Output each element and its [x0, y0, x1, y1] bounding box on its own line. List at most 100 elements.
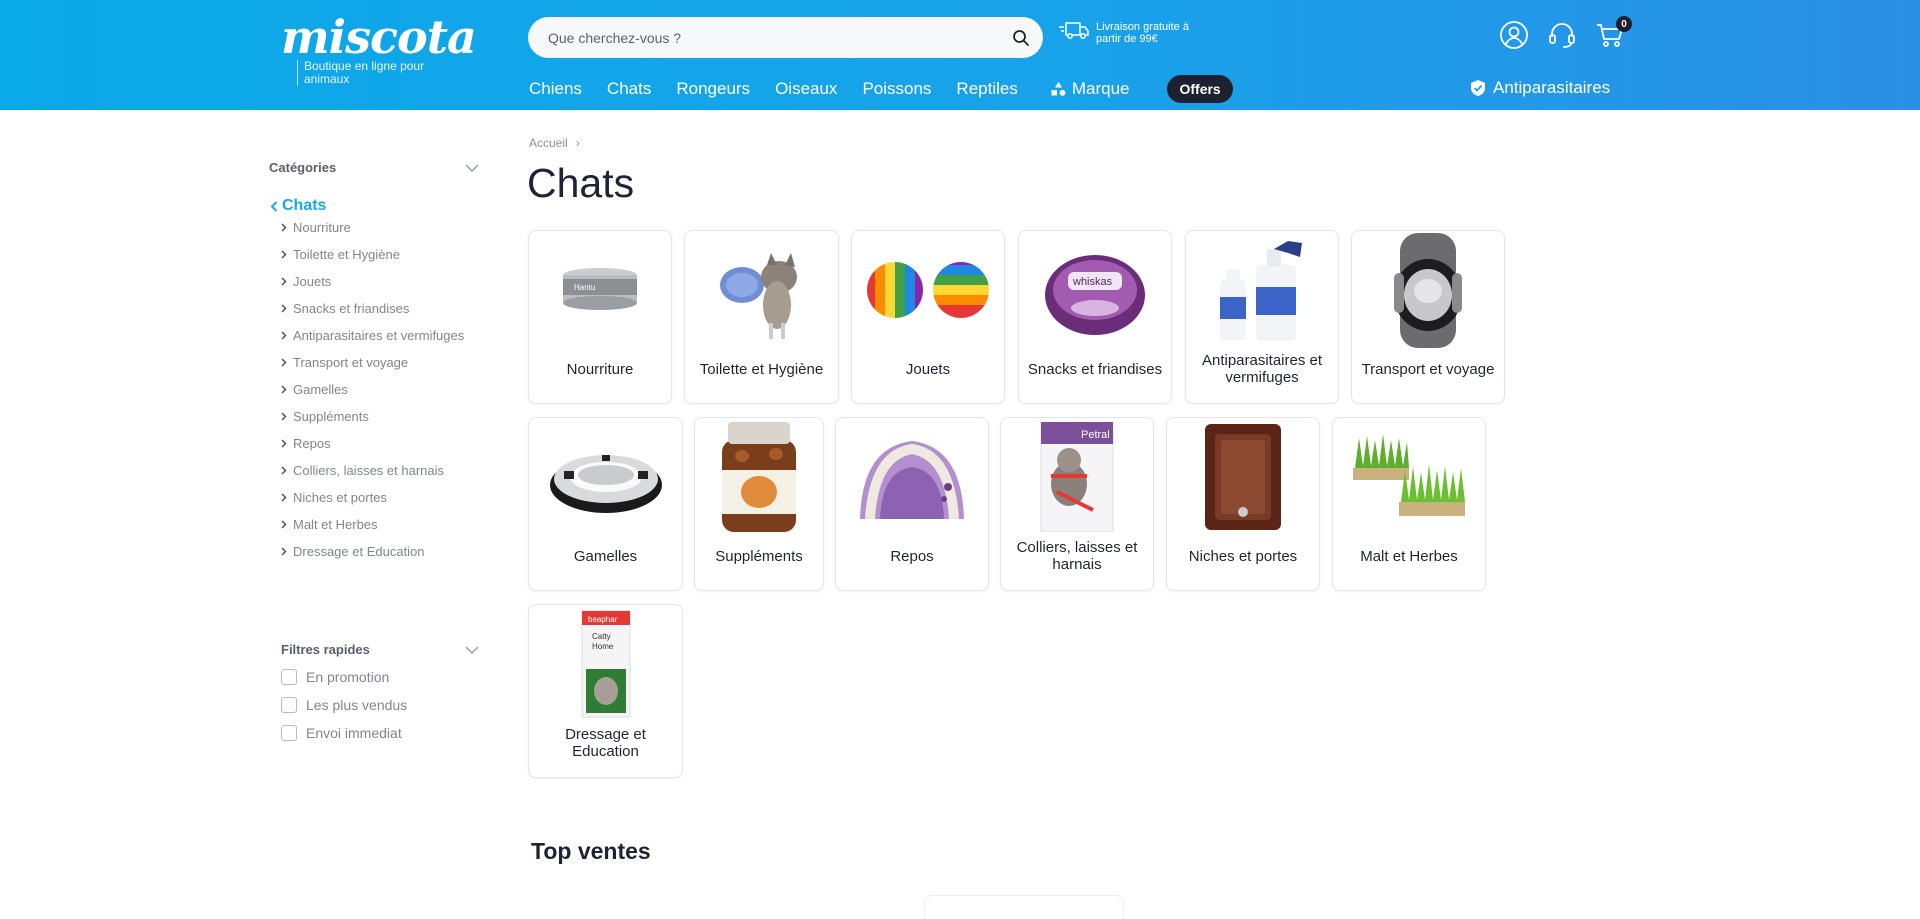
cart-icon[interactable]: 0 — [1594, 16, 1632, 52]
product-card-partial[interactable] — [924, 895, 1124, 919]
nav-item-rongeurs[interactable]: Rongeurs — [676, 79, 750, 99]
support-headset-icon[interactable] — [1546, 18, 1578, 52]
current-category-label: Chats — [282, 197, 327, 214]
breadcrumb-chevron-icon: › — [575, 136, 580, 150]
nav-item-chats[interactable]: Chats — [607, 79, 651, 99]
cat-food-tin-icon: Hantu — [529, 231, 671, 349]
sidebar-subcategory-item[interactable]: Nourriture — [281, 219, 479, 236]
chevron-right-icon — [281, 520, 287, 529]
cat-bed-icon — [836, 418, 988, 536]
sidebar-subcategory-label: Colliers, laisses et harnais — [293, 463, 445, 478]
chevron-right-icon — [281, 223, 287, 232]
chevron-down-icon — [465, 163, 479, 172]
category-card[interactable]: Transport et voyage — [1351, 230, 1505, 404]
category-card[interactable]: beaphar Catty Home Dressage et Education — [528, 604, 683, 778]
logo-tagline: Boutique en ligne pour animaux — [297, 60, 447, 86]
sidebar-subcategory-item[interactable]: Toilette et Hygiène — [281, 246, 479, 263]
nav-item-oiseaux[interactable]: Oiseaux — [775, 79, 837, 99]
sidebar-subcategory-item[interactable]: Suppléments — [281, 408, 479, 425]
category-card-label: Repos — [890, 547, 934, 565]
categories-heading: Catégories — [269, 160, 337, 175]
logo[interactable]: miscota — [281, 12, 477, 62]
sidebar-subcategory-item[interactable]: Snacks et friandises — [281, 300, 479, 317]
nav-item-chiens[interactable]: Chiens — [529, 79, 582, 99]
sidebar-subcategory-item[interactable]: Colliers, laisses et harnais — [281, 462, 479, 479]
svg-text:Catty: Catty — [592, 632, 611, 641]
checkbox[interactable] — [281, 669, 297, 685]
page-title: Chats — [527, 160, 635, 206]
category-card-label: Colliers, laisses et harnais — [1016, 539, 1138, 573]
category-card[interactable]: Malt et Herbes — [1332, 417, 1486, 591]
search-input[interactable] — [528, 17, 999, 58]
delivery-truck-icon — [1058, 19, 1090, 46]
steel-bowl-icon — [529, 418, 682, 536]
category-card[interactable]: Antiparasitaires et vermifuges — [1185, 230, 1339, 404]
filters-header[interactable]: Filtres rapides — [281, 642, 479, 657]
search-icon[interactable] — [999, 17, 1043, 58]
checkbox[interactable] — [281, 725, 297, 741]
nav-item-reptiles[interactable]: Reptiles — [956, 79, 1017, 99]
cat-flap-icon — [1167, 418, 1319, 536]
category-card-label: Suppléments — [715, 547, 803, 565]
chevron-right-icon — [281, 250, 287, 259]
category-card[interactable]: Hantu Nourriture — [528, 230, 672, 404]
category-card[interactable]: Jouets — [851, 230, 1005, 404]
filter-checkbox-item[interactable]: Envoi immediat — [281, 725, 479, 741]
categories-header[interactable]: Catégories — [269, 160, 479, 175]
free-delivery-info[interactable]: Livraison gratuite à partir de 99€ — [1058, 19, 1196, 46]
svg-text:Home: Home — [592, 642, 614, 651]
category-card[interactable]: Suppléments — [694, 417, 824, 591]
sidebar-subcategory-item[interactable]: Malt et Herbes — [281, 516, 479, 533]
sidebar-subcategory-item[interactable]: Transport et voyage — [281, 354, 479, 371]
sidebar-subcategory-label: Transport et voyage — [293, 355, 409, 370]
filter-checkbox-item[interactable]: En promotion — [281, 669, 479, 685]
nav-item-marque[interactable]: Marque — [1051, 79, 1129, 99]
main-nav: Chiens Chats Rongeurs Oiseaux Poissons R… — [529, 75, 1233, 103]
chevron-right-icon — [281, 547, 287, 556]
svg-text:whiskas: whiskas — [1072, 276, 1113, 288]
filters-heading: Filtres rapides — [281, 642, 370, 657]
sidebar-subcategory-label: Nourriture — [293, 220, 351, 235]
category-card-label: Gamelles — [573, 547, 638, 565]
category-card[interactable]: Petral Colliers, laisses et harnais — [1000, 417, 1154, 591]
filter-checkbox-item[interactable]: Les plus vendus — [281, 697, 479, 713]
offers-button[interactable]: Offers — [1167, 75, 1233, 103]
sidebar-subcategory-item[interactable]: Repos — [281, 435, 479, 452]
sidebar-subcategory-item[interactable]: Dressage et Education — [281, 543, 479, 560]
svg-text:Hantu: Hantu — [574, 283, 595, 292]
sidebar-subcategory-label: Malt et Herbes — [293, 517, 378, 532]
subcategory-list: Nourriture Toilette et Hygiène Jouets Snack… — [281, 219, 479, 560]
sidebar-subcategory-item[interactable]: Niches et portes — [281, 489, 479, 506]
svg-text:Petral: Petral — [1081, 429, 1110, 441]
chevron-down-icon — [465, 645, 479, 654]
chevron-right-icon — [281, 277, 287, 286]
chevron-right-icon — [281, 412, 287, 421]
current-category-link[interactable]: Chats — [270, 197, 479, 215]
category-card[interactable]: Toilette et Hygiène — [684, 230, 839, 404]
category-card[interactable]: Gamelles — [528, 417, 683, 591]
sidebar-subcategory-label: Niches et portes — [293, 490, 387, 505]
category-card-label: Malt et Herbes — [1360, 547, 1458, 565]
category-card[interactable]: Repos — [835, 417, 989, 591]
chevron-right-icon — [281, 358, 287, 367]
antiparasitaires-link[interactable]: Antiparasitaires — [1470, 78, 1610, 98]
category-card[interactable]: whiskas Snacks et friandises — [1018, 230, 1172, 404]
cat-grass-icon — [1333, 418, 1485, 536]
filter-list: En promotion Les plus vendus Envoi immedia… — [281, 669, 479, 741]
filter-label: Envoi immediat — [306, 725, 402, 741]
chevron-right-icon — [281, 331, 287, 340]
chevron-left-icon — [270, 200, 278, 212]
category-card[interactable]: Niches et portes — [1166, 417, 1320, 591]
svg-text:beaphar: beaphar — [588, 615, 618, 624]
cart-count-badge: 0 — [1616, 16, 1632, 32]
breadcrumb-home[interactable]: Accueil — [529, 136, 568, 150]
sidebar-subcategory-label: Suppléments — [293, 409, 369, 424]
nav-item-poissons[interactable]: Poissons — [862, 79, 931, 99]
sidebar-subcategory-item[interactable]: Jouets — [281, 273, 479, 290]
sidebar-subcategory-item[interactable]: Gamelles — [281, 381, 479, 398]
checkbox[interactable] — [281, 697, 297, 713]
shield-check-icon — [1471, 80, 1485, 96]
account-icon[interactable] — [1498, 18, 1530, 52]
training-spray-icon: beaphar Catty Home — [529, 605, 682, 723]
sidebar-subcategory-item[interactable]: Antiparasitaires et vermifuges — [281, 327, 479, 344]
